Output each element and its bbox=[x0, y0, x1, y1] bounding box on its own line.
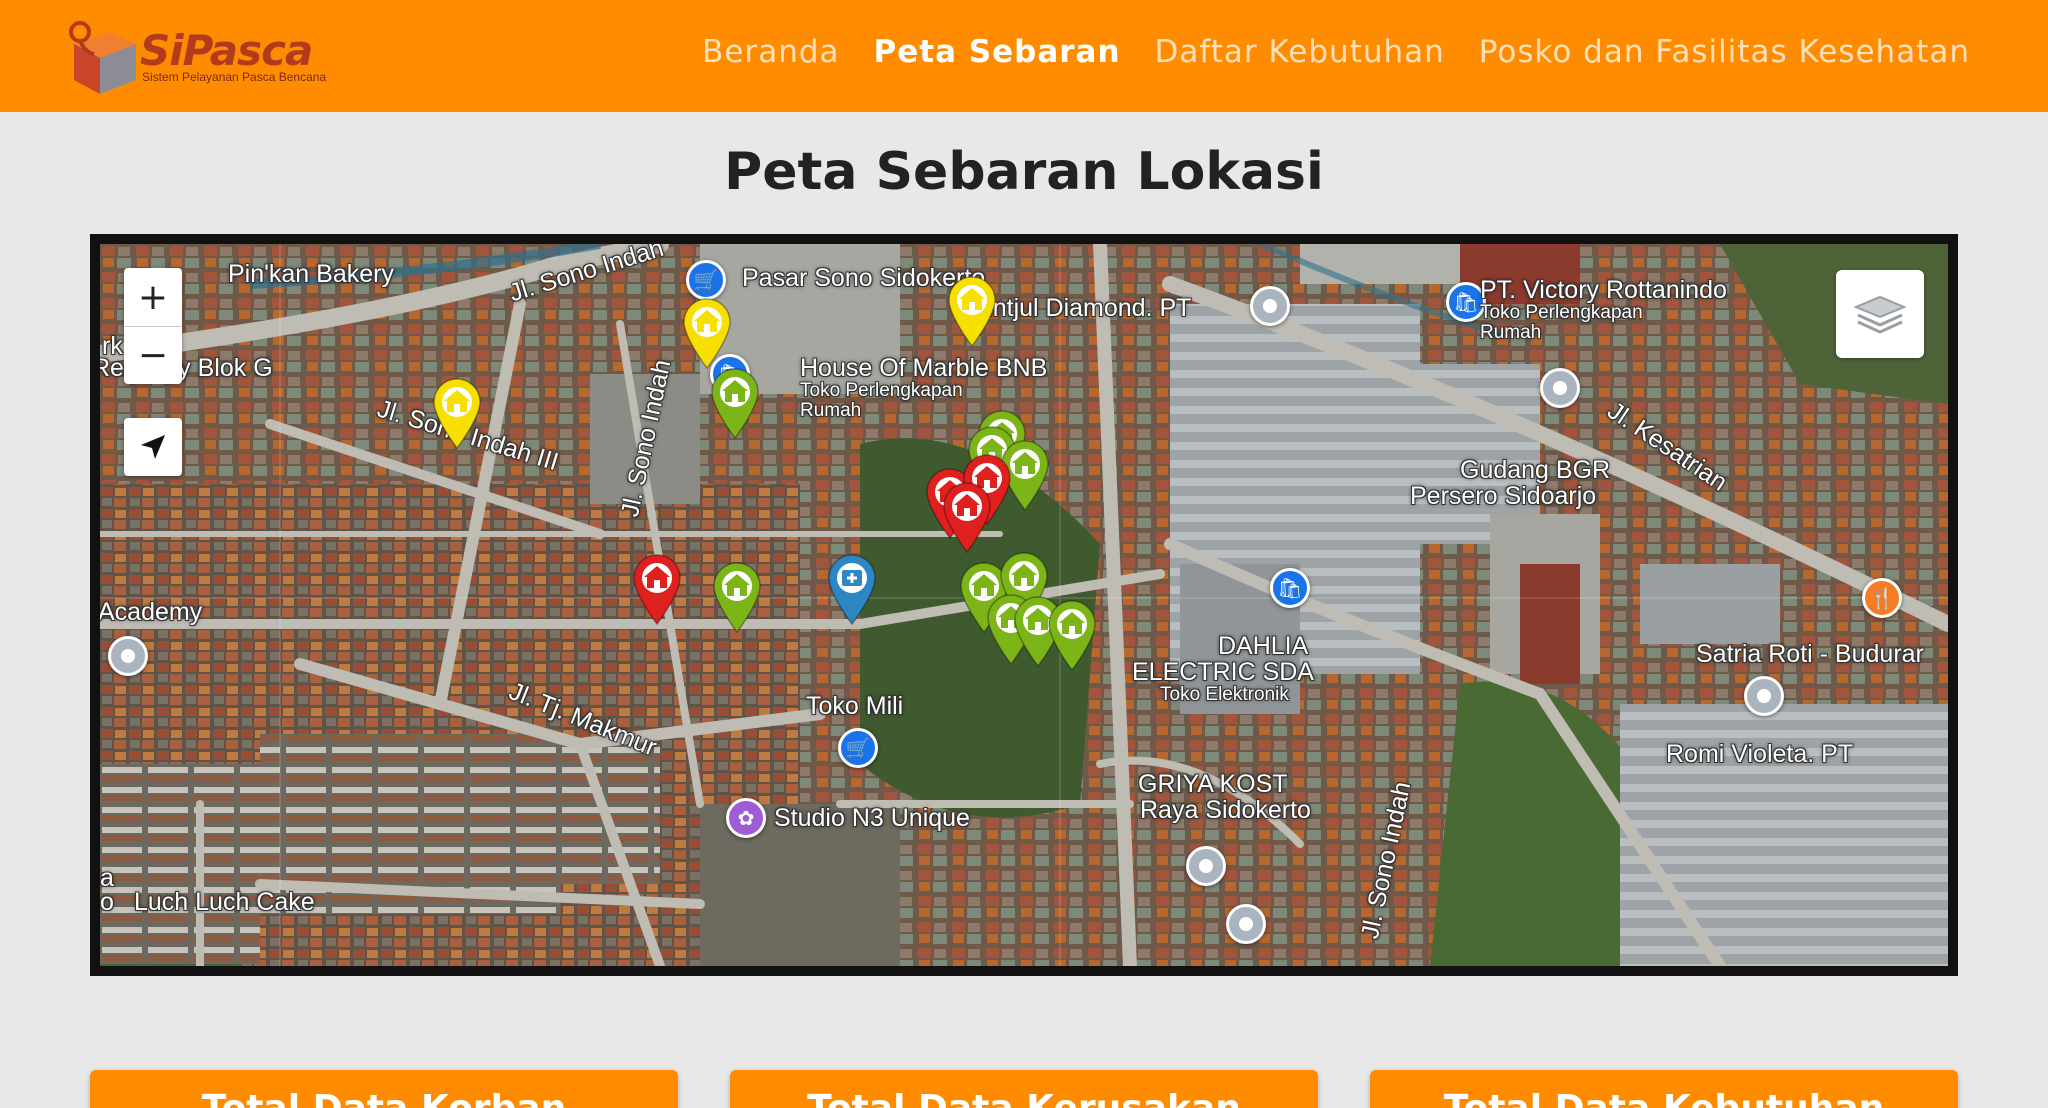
map-place-icon[interactable] bbox=[1744, 676, 1784, 716]
map-place-icon[interactable] bbox=[1226, 904, 1266, 944]
brand-tagline: Sistem Pelayanan Pasca Bencana bbox=[142, 70, 327, 84]
blue-medical-marker[interactable] bbox=[825, 552, 879, 626]
store-icon[interactable]: 🛍 bbox=[1270, 568, 1310, 608]
map-container: 🛒 🛍 🛍 🛍 🍴 🛒 ✿ Pin'kan Bakery Jl. Sono In… bbox=[90, 234, 1958, 976]
map-label: Romi Violeta. PT bbox=[1666, 740, 1854, 768]
map-label: Academy bbox=[100, 598, 203, 626]
page-title: Peta Sebaran Lokasi bbox=[0, 142, 2048, 202]
studio-icon[interactable]: ✿ bbox=[726, 798, 766, 838]
house-icon bbox=[433, 378, 481, 450]
house-icon bbox=[633, 554, 681, 626]
map-label: DAHLIA bbox=[1218, 632, 1309, 660]
map-place-icon[interactable] bbox=[1540, 368, 1580, 408]
green-house-marker[interactable] bbox=[708, 366, 762, 440]
map-label: Toko Perlengkapan bbox=[800, 380, 963, 401]
map-label: Rumah bbox=[800, 400, 862, 421]
green-house-marker[interactable] bbox=[1045, 598, 1099, 672]
page-title-bold: Sebaran Lokasi bbox=[875, 142, 1324, 202]
house-icon bbox=[713, 562, 761, 634]
house-icon bbox=[943, 482, 991, 554]
map-label: Toko Elektronik bbox=[1160, 684, 1289, 705]
map-label: PT. Victory Rottanindo bbox=[1480, 276, 1727, 304]
map-label: Studio N3 Unique bbox=[774, 804, 970, 832]
yellow-house-marker[interactable] bbox=[430, 376, 484, 450]
red-house-marker[interactable] bbox=[940, 480, 994, 554]
map-label: ELECTRIC SDA bbox=[1132, 658, 1314, 686]
card-total-kerusakan[interactable]: Total Data Kerusakan bbox=[730, 1070, 1318, 1108]
nav-posko-fasilitas[interactable]: Posko dan Fasilitas Kesehatan bbox=[1479, 34, 1970, 70]
layers-button[interactable] bbox=[1836, 270, 1924, 358]
house-icon bbox=[1048, 600, 1096, 672]
satellite-map[interactable]: 🛒 🛍 🛍 🛍 🍴 🛒 ✿ Pin'kan Bakery Jl. Sono In… bbox=[100, 244, 1948, 966]
map-label: Rumah bbox=[1480, 322, 1542, 343]
map-place-icon[interactable] bbox=[108, 636, 148, 676]
map-label: Persero Sidoarjo bbox=[1410, 482, 1597, 510]
card-title: Total Data Kebutuhan bbox=[1370, 1070, 1958, 1108]
shopping-cart-icon[interactable]: 🛒 bbox=[686, 260, 726, 300]
map-place-icon[interactable] bbox=[1186, 846, 1226, 886]
map-label: GRIYA KOST bbox=[1138, 770, 1288, 798]
zoom-in-button[interactable]: + bbox=[124, 268, 182, 326]
card-title: Total Data Kerusakan bbox=[730, 1070, 1318, 1108]
map-place-icon[interactable] bbox=[1250, 286, 1290, 326]
nav-daftar-kebutuhan[interactable]: Daftar Kebutuhan bbox=[1155, 34, 1445, 70]
nav-beranda[interactable]: Beranda bbox=[702, 34, 839, 70]
map-label: Raya Sidokerto bbox=[1140, 796, 1311, 824]
map-label: Satria Roti - Budurar bbox=[1696, 640, 1924, 668]
map-label: Luch Luch Cake bbox=[134, 888, 315, 916]
map-label: Toko Perlengkapan bbox=[1480, 302, 1643, 323]
zoom-out-button[interactable]: − bbox=[124, 326, 182, 384]
card-total-kebutuhan[interactable]: Total Data Kebutuhan bbox=[1370, 1070, 1958, 1108]
map-label: Gudang BGR bbox=[1460, 456, 1611, 484]
green-house-marker[interactable] bbox=[710, 560, 764, 634]
yellow-house-marker[interactable] bbox=[945, 274, 999, 348]
logo-icon bbox=[69, 21, 136, 94]
layers-icon bbox=[1853, 295, 1907, 334]
location-arrow-icon bbox=[141, 435, 165, 459]
nav-peta-sebaran[interactable]: Peta Sebaran bbox=[874, 34, 1121, 70]
house-icon bbox=[683, 298, 731, 370]
restaurant-icon[interactable]: 🍴 bbox=[1862, 578, 1902, 618]
locate-button[interactable] bbox=[124, 418, 182, 476]
map-label: o bbox=[100, 888, 114, 916]
medical-icon bbox=[828, 554, 876, 626]
house-icon bbox=[711, 368, 759, 440]
main-nav: Beranda Peta Sebaran Daftar Kebutuhan Po… bbox=[702, 34, 1970, 70]
red-house-marker[interactable] bbox=[630, 552, 684, 626]
zoom-control: + − bbox=[124, 268, 182, 384]
map-label: Pin'kan Bakery bbox=[228, 260, 394, 288]
yellow-house-marker[interactable] bbox=[680, 296, 734, 370]
brand-logo[interactable]: SiPasca Sistem Pelayanan Pasca Bencana bbox=[64, 18, 327, 98]
map-label: House Of Marble BNB bbox=[800, 354, 1048, 382]
house-icon bbox=[948, 276, 996, 348]
brand-name: SiPasca bbox=[140, 26, 313, 75]
card-total-korban[interactable]: Total Data Korban bbox=[90, 1070, 678, 1108]
card-title: Total Data Korban bbox=[90, 1070, 678, 1108]
map-label: Toko Mili bbox=[806, 692, 904, 720]
page-title-light: Peta bbox=[724, 142, 858, 202]
shopping-cart-icon[interactable]: 🛒 bbox=[838, 728, 878, 768]
navbar: SiPasca Sistem Pelayanan Pasca Bencana B… bbox=[0, 0, 2048, 112]
